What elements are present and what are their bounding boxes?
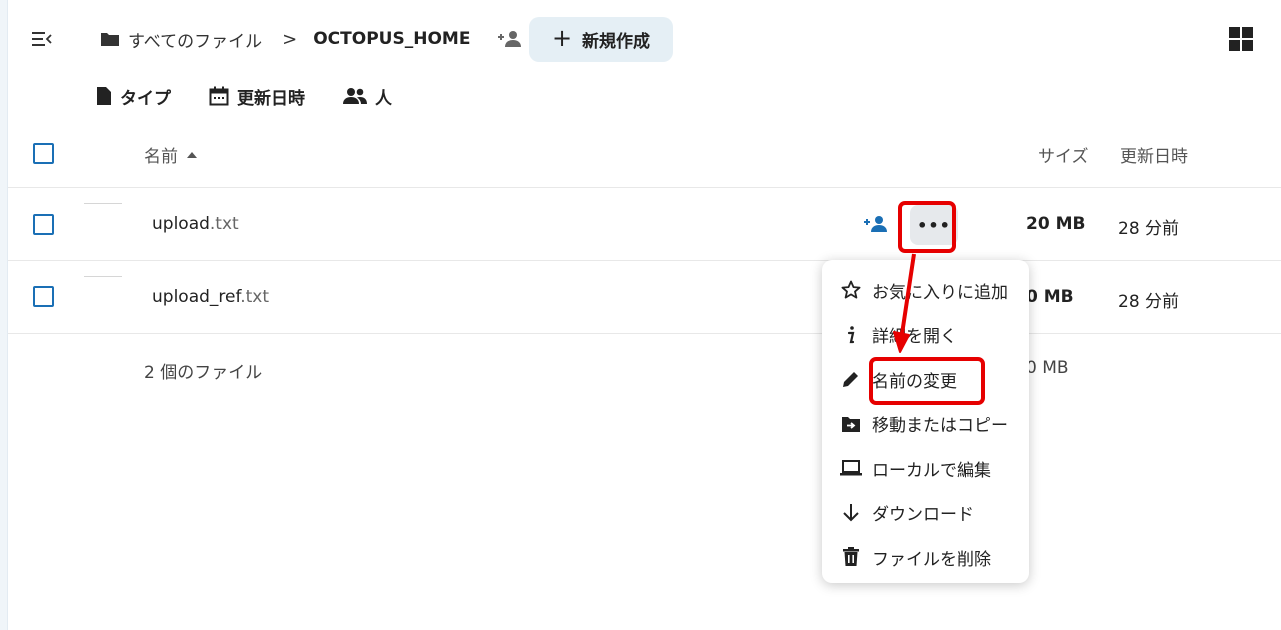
- plus-icon: +: [551, 24, 573, 52]
- table-row[interactable]: upload.txt ••• 20 MB 28 分前: [8, 189, 1281, 261]
- share-folder-button[interactable]: [494, 24, 524, 54]
- people-icon: [343, 88, 367, 104]
- sidebar-toggle-button[interactable]: [22, 22, 62, 56]
- more-actions-button[interactable]: •••: [910, 205, 958, 245]
- menu-item-move-copy[interactable]: 移動またはコピー: [822, 402, 1029, 447]
- column-header-name[interactable]: 名前: [144, 142, 198, 167]
- file-name[interactable]: upload.txt: [152, 214, 239, 234]
- file-modified: 28 分前: [1118, 219, 1180, 239]
- menu-item-rename[interactable]: 名前の変更: [822, 357, 1029, 402]
- file-name[interactable]: upload_ref.txt: [152, 287, 269, 307]
- menu-item-edit-locally[interactable]: ローカルで編集: [822, 446, 1029, 491]
- menu-item-label: ダウンロード: [872, 505, 974, 526]
- star-icon: [840, 279, 862, 301]
- grid-view-toggle[interactable]: [1228, 26, 1254, 52]
- share-person-add-icon: [498, 31, 522, 47]
- context-menu: お気に入りに追加 詳細を開く 名前の変更 移動またはコピー ローカルで編集 ダウ…: [822, 260, 1029, 583]
- breadcrumb-separator: >: [282, 28, 298, 50]
- filter-type[interactable]: タイプ: [96, 84, 171, 109]
- menu-item-label: お気に入りに追加: [872, 282, 1008, 303]
- menu-item-add-favorite[interactable]: お気に入りに追加: [822, 268, 1029, 313]
- menu-item-label: 移動またはコピー: [872, 416, 1008, 437]
- menu-item-label: ファイルを削除: [872, 549, 991, 570]
- share-person-add-icon: [864, 216, 887, 232]
- document-icon: [97, 87, 111, 105]
- row-checkbox[interactable]: [33, 214, 54, 235]
- sort-ascending-icon: [187, 151, 197, 158]
- file-name-ext: .txt: [240, 287, 270, 307]
- menu-collapse-icon: [32, 32, 52, 46]
- menu-item-label: ローカルで編集: [872, 460, 991, 481]
- filter-type-label: タイプ: [120, 88, 171, 109]
- file-count-summary: 2 個のファイル: [144, 363, 263, 383]
- breadcrumb-root[interactable]: すべてのファイル: [100, 27, 262, 52]
- grid-view-icon: [1229, 27, 1253, 51]
- filter-bar: タイプ 更新日時 人: [96, 78, 392, 114]
- info-icon: [840, 324, 862, 346]
- file-name-base: upload_ref: [152, 287, 241, 307]
- menu-item-label: 名前の変更: [872, 371, 957, 392]
- new-button-label: 新規作成: [582, 32, 651, 52]
- filter-modified-label: 更新日時: [237, 88, 305, 109]
- select-all-checkbox[interactable]: [33, 143, 54, 164]
- calendar-icon: [209, 86, 229, 106]
- file-thumbnail: [82, 201, 132, 241]
- menu-item-download[interactable]: ダウンロード: [822, 491, 1029, 536]
- new-button[interactable]: + 新規作成: [529, 17, 673, 62]
- folder-icon: [101, 33, 119, 46]
- file-thumbnail: [82, 274, 132, 314]
- menu-item-label: 詳細を開く: [872, 327, 957, 348]
- column-header-modified[interactable]: 更新日時: [1120, 142, 1188, 167]
- breadcrumb: すべてのファイル > OCTOPUS_HOME: [100, 18, 524, 60]
- file-size: 0 MB: [1026, 287, 1074, 307]
- share-button[interactable]: [860, 209, 890, 239]
- trash-icon: [840, 546, 862, 568]
- file-modified: 28 分前: [1118, 292, 1180, 312]
- total-size-summary: 0 MB: [1026, 358, 1069, 378]
- left-panel-edge: [0, 0, 8, 630]
- download-icon: [840, 502, 862, 524]
- file-name-ext: .txt: [209, 214, 239, 234]
- column-header-name-label: 名前: [144, 147, 178, 167]
- table-row[interactable]: upload_ref.txt 0 MB 28 分前: [8, 262, 1281, 334]
- menu-item-delete[interactable]: ファイルを削除: [822, 535, 1029, 580]
- menu-item-open-details[interactable]: 詳細を開く: [822, 313, 1029, 358]
- file-size: 20 MB: [1026, 214, 1086, 234]
- laptop-icon: [840, 457, 862, 479]
- table-header: 名前 サイズ 更新日時: [8, 118, 1281, 188]
- column-header-size[interactable]: サイズ: [1038, 142, 1089, 167]
- filter-people-label: 人: [375, 88, 392, 109]
- file-name-base: upload: [152, 214, 210, 234]
- breadcrumb-root-label: すべてのファイル: [128, 31, 263, 52]
- folder-move-icon: [840, 413, 862, 435]
- filter-modified[interactable]: 更新日時: [209, 84, 305, 109]
- breadcrumb-current-folder[interactable]: OCTOPUS_HOME: [313, 29, 470, 49]
- filter-people[interactable]: 人: [343, 84, 392, 109]
- pencil-icon: [840, 368, 862, 390]
- row-checkbox[interactable]: [33, 286, 54, 307]
